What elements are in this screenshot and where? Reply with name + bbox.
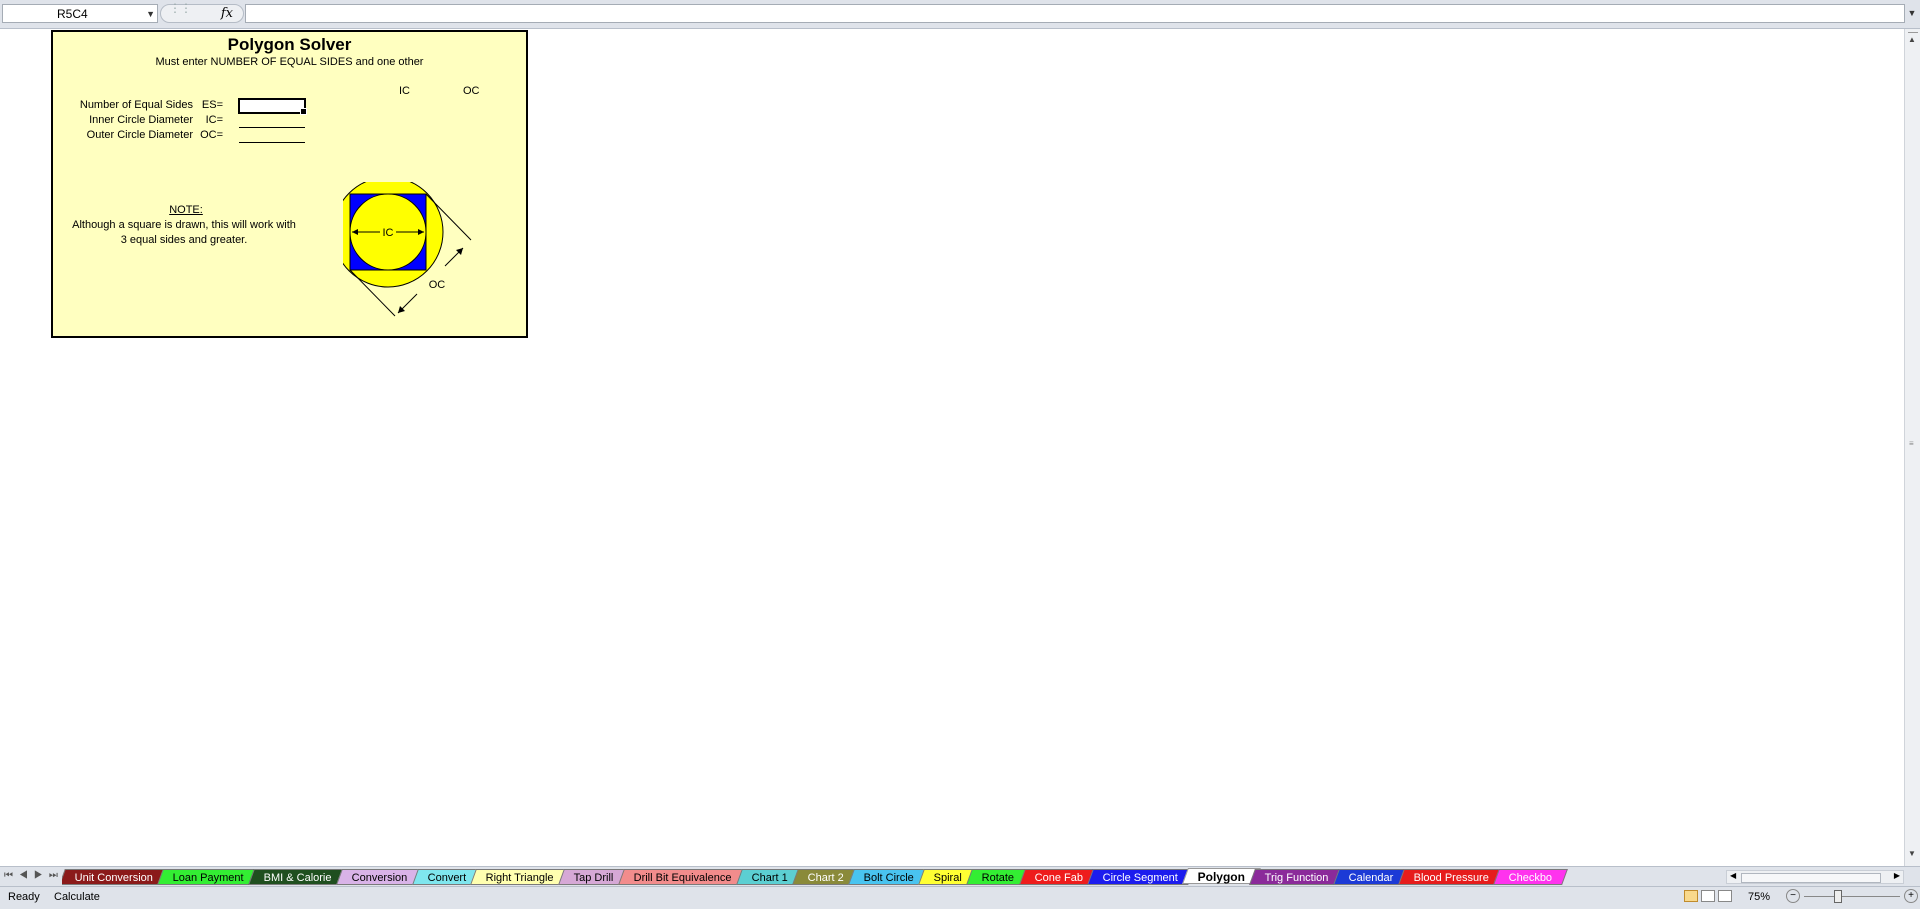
tab-navigation[interactable]: ⏮◀▶⏭ xyxy=(4,870,64,881)
sheet-tab-label: Cone Fab xyxy=(1034,872,1083,884)
sheet-tab-label: Rotate xyxy=(981,872,1015,884)
page-layout-view-icon[interactable] xyxy=(1701,890,1715,902)
scroll-down-icon[interactable]: ▼ xyxy=(1908,849,1916,858)
es-code: ES= xyxy=(201,99,223,111)
note-text: Although a square is drawn, this will wo… xyxy=(72,219,296,246)
sheet-tab-label: Polygon xyxy=(1197,870,1245,884)
page-break-view-icon[interactable] xyxy=(1718,890,1732,902)
status-calculate[interactable]: Calculate xyxy=(54,891,100,903)
sheet-tab-label: Blood Pressure xyxy=(1413,872,1489,884)
zoom-level[interactable]: 75% xyxy=(1748,891,1770,903)
formula-bar: R5C4 ▼ ⋮⋮ fx ▼ xyxy=(0,0,1920,29)
sheet-tabs: Unit Conversion Loan Payment BMI & Calorie… xyxy=(62,867,1722,887)
note-heading: NOTE: xyxy=(169,204,203,216)
sheet-tab-label: Circle Segment xyxy=(1102,872,1178,884)
horizontal-scroll-thumb[interactable] xyxy=(1741,873,1881,883)
oc-column-header: OC xyxy=(463,85,480,97)
sheet-tab[interactable]: BMI & Calorie xyxy=(248,869,348,885)
horizontal-scrollbar[interactable]: ◀ ▶ xyxy=(1726,870,1904,884)
scroll-left-icon[interactable]: ◀ xyxy=(1730,871,1736,880)
scroll-up-icon[interactable]: ▲ xyxy=(1908,35,1916,44)
formula-tools: ⋮⋮ fx xyxy=(160,1,244,23)
sheet-tab[interactable]: Bolt Circle xyxy=(847,869,930,885)
zoom-slider-thumb[interactable] xyxy=(1834,890,1842,903)
es-label: Number of Equal Sides xyxy=(79,99,193,111)
zoom-in-icon[interactable]: + xyxy=(1904,889,1918,903)
sheet-tab-label: Checkbo xyxy=(1508,872,1553,884)
split-handle[interactable] xyxy=(1908,29,1918,33)
sheet-tab[interactable]: Conversion xyxy=(336,869,424,885)
sheet-tab-label: Drill Bit Equivalence xyxy=(633,872,732,884)
view-switcher xyxy=(1684,890,1735,905)
zoom-slider-track[interactable] xyxy=(1804,896,1900,897)
ic-label: Inner Circle Diameter xyxy=(89,114,193,126)
polygon-solver-panel: Polygon Solver Must enter NUMBER OF EQUA… xyxy=(51,30,528,338)
sheet-tab[interactable]: Checkbo xyxy=(1493,869,1569,885)
ic-column-header: IC xyxy=(399,85,410,97)
oc-code: OC= xyxy=(200,129,223,141)
sheet-tab-label: BMI & Calorie xyxy=(263,872,332,884)
name-box[interactable]: R5C4 ▼ xyxy=(2,4,158,23)
grip-icon: ⋮⋮ xyxy=(169,1,192,15)
sheet-tab[interactable]: Loan Payment xyxy=(157,869,261,885)
formula-input[interactable] xyxy=(245,4,1905,23)
oc-diagram-label: OC xyxy=(429,279,446,291)
chevron-down-icon[interactable]: ▼ xyxy=(146,5,155,24)
name-box-value: R5C4 xyxy=(57,7,88,21)
ic-input-cell[interactable] xyxy=(239,113,305,128)
sheet-tab[interactable]: Unit Conversion xyxy=(62,869,170,885)
sheet-tab-label: Loan Payment xyxy=(172,872,244,884)
oc-input-cell[interactable] xyxy=(239,128,305,143)
oc-label: Outer Circle Diameter xyxy=(86,129,193,141)
sheet-tab-label: Spiral xyxy=(933,872,962,884)
ic-diagram-label: IC xyxy=(383,227,394,239)
polygon-diagram: IC OC xyxy=(343,182,472,317)
scroll-thumb-grip-icon[interactable]: ≡ xyxy=(1909,439,1914,448)
zoom-out-icon[interactable]: − xyxy=(1786,889,1800,903)
expand-formula-bar-icon[interactable]: ▼ xyxy=(1906,4,1918,23)
sheet-tab-bar: ⏮◀▶⏭ Unit Conversion Loan Payment BMI & Ca… xyxy=(0,866,1920,887)
insert-function-button[interactable]: fx xyxy=(221,6,233,21)
vertical-scrollbar[interactable]: ▲ ≡ ▼ xyxy=(1904,29,1920,866)
status-bar: Ready Calculate 75% − + xyxy=(0,886,1920,909)
sheet-tab[interactable]: Drill Bit Equivalence xyxy=(617,869,748,885)
es-input-cell[interactable] xyxy=(238,98,307,115)
sheet-tab-label: Calendar xyxy=(1348,872,1394,884)
sheet-tab-label: Tap Drill xyxy=(573,872,614,884)
page-title: Polygon Solver xyxy=(227,35,352,54)
sheet-tab-label: Right Triangle xyxy=(485,872,554,884)
sheet-tab-label: Unit Conversion xyxy=(74,872,153,884)
sheet-tab-label: Bolt Circle xyxy=(863,872,914,884)
ic-code: IC= xyxy=(205,114,223,126)
scroll-right-icon[interactable]: ▶ xyxy=(1894,871,1900,880)
sheet-tab[interactable]: Trig Function xyxy=(1249,869,1346,885)
sheet-tab[interactable]: Blood Pressure xyxy=(1397,869,1505,885)
sheet-tab-label: Chart 1 xyxy=(751,872,788,884)
status-ready: Ready xyxy=(8,891,40,903)
sheet-tab-label: Chart 2 xyxy=(807,872,844,884)
sheet-tab[interactable]: Right Triangle xyxy=(470,869,571,885)
instruction-text: Must enter NUMBER OF EQUAL SIDES and one… xyxy=(155,56,424,68)
normal-view-icon[interactable] xyxy=(1684,890,1698,902)
worksheet-grid[interactable]: Polygon Solver Must enter NUMBER OF EQUA… xyxy=(0,29,1904,866)
sheet-tab-label: Conversion xyxy=(351,872,408,884)
sheet-tab-label: Trig Function xyxy=(1264,872,1329,884)
sheet-tab-label: Convert xyxy=(427,872,466,884)
sheet-tab[interactable]: Circle Segment xyxy=(1086,869,1194,885)
